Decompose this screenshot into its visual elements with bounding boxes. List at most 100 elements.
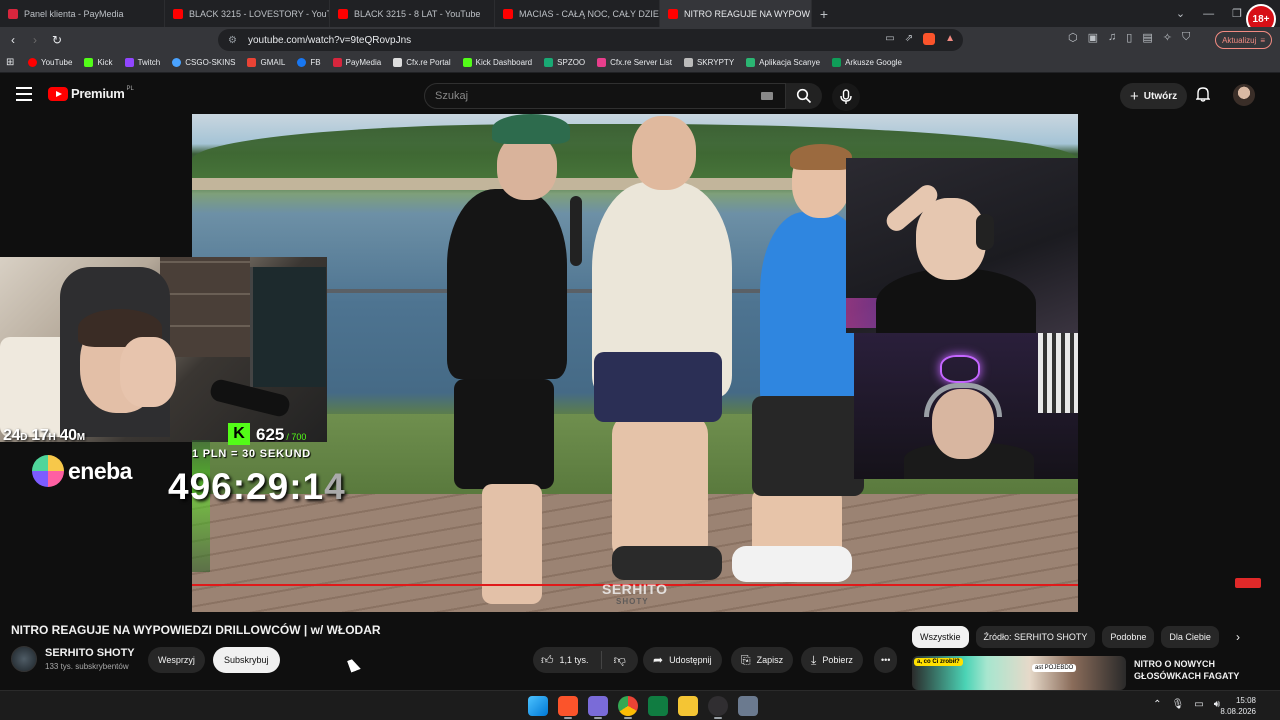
tab-lovestory[interactable]: BLACK 3215 - LOVESTORY - YouTube (165, 0, 330, 27)
media-icon[interactable]: ♫ (1108, 31, 1116, 44)
more-icon: ••• (881, 655, 891, 665)
minimize-icon[interactable]: — (1203, 8, 1214, 20)
browser-tab-bar: Panel klienta - PayMedia BLACK 3215 - LO… (0, 0, 1280, 34)
brave-rewards-icon[interactable]: ▲ (945, 33, 955, 45)
save-button[interactable]: ⎘ Zapisz (731, 647, 794, 673)
voice-search-button[interactable] (832, 83, 860, 111)
wallet-icon[interactable]: ▤ (1142, 31, 1152, 44)
chips-next-chevron-icon[interactable]: › (1236, 630, 1240, 644)
calculator-icon[interactable] (738, 696, 758, 716)
download-button[interactable]: ⤓ Pobierz (801, 647, 863, 673)
bookmark-label: Arkusze Google (845, 58, 902, 67)
reload-icon[interactable]: ↻ (46, 33, 68, 47)
user-avatar[interactable] (1233, 84, 1255, 106)
bookmark-label: FB (310, 58, 321, 67)
recommended-video-title[interactable]: NITRO O NOWYCH GŁOSÓWKACH FAGATY (1134, 658, 1254, 682)
apps-grid-icon[interactable]: ⊞ (6, 57, 22, 68)
chip-for-you[interactable]: Dla Ciebie (1161, 626, 1219, 648)
share-button[interactable]: ➦ Udostępnij (643, 647, 722, 673)
search-button[interactable] (786, 83, 822, 109)
discord-icon[interactable] (588, 696, 608, 719)
guest2-shoes (732, 546, 852, 582)
bookmark-cfx-portal[interactable]: Cfx.re Portal (387, 58, 456, 67)
bookmark-csgo-skins[interactable]: CSGO-SKINS (166, 58, 241, 67)
youtube-premium-logo[interactable]: Premium PL (48, 86, 134, 101)
google-sheets-icon (832, 58, 842, 67)
notifications-bell-icon[interactable] (1195, 86, 1211, 107)
chip-similar[interactable]: Podobne (1102, 626, 1155, 648)
update-button[interactable]: Aktualizuj ≡ (1215, 31, 1272, 49)
bookmark-gmail[interactable]: GMAIL (241, 58, 291, 67)
countdown-days-unit: D (20, 432, 28, 443)
tab-macias[interactable]: MACIAS - CAŁĄ NOC, CAŁY DZIEŃ - (495, 0, 660, 27)
interviewer-cap (492, 114, 570, 144)
chrome-icon[interactable] (618, 696, 638, 719)
menu-hamburger-icon[interactable] (16, 87, 32, 105)
bookmark-youtube[interactable]: YouTube (22, 58, 78, 67)
logo-text: Premium (71, 86, 125, 101)
bookmark-kick-dashboard[interactable]: Kick Dashboard (457, 58, 538, 67)
screenshot-icon[interactable]: ▣ (1088, 31, 1098, 44)
chip-source[interactable]: Źródło: SERHITO SHOTY (975, 626, 1096, 648)
forward-icon[interactable]: › (24, 33, 46, 47)
bookmark-scanye[interactable]: Aplikacja Scanye (740, 58, 826, 67)
vpn-icon[interactable]: ⛉ (1182, 31, 1190, 44)
brave-shields-icon[interactable] (923, 33, 936, 45)
bookmark-fb[interactable]: FB (291, 58, 326, 67)
bookmark-twitch[interactable]: Twitch (119, 58, 167, 67)
youtube-favicon-icon (668, 8, 678, 19)
tab-list-chevron-icon[interactable]: ⌄ (1176, 7, 1185, 20)
sidebar-icon[interactable]: ▯ (1126, 31, 1132, 44)
support-button[interactable]: Wesprzyj (148, 647, 205, 673)
extensions-icon[interactable]: ⬡ (1068, 31, 1078, 44)
brave-browser-icon[interactable] (558, 696, 578, 719)
windows-start-icon[interactable] (528, 696, 548, 716)
youtube-play-icon (48, 86, 68, 101)
channel-avatar[interactable] (11, 646, 37, 672)
chip-all[interactable]: Wszystkie (912, 626, 969, 648)
bookmark-sheets[interactable]: Arkusze Google (826, 58, 908, 67)
recommended-video-thumbnail[interactable]: a, co Ci zrobił? ast POJEBDO (912, 656, 1126, 690)
subscribe-button[interactable]: Subskrybuj (213, 647, 280, 673)
tab-8-lat[interactable]: BLACK 3215 - 8 LAT - YouTube (330, 0, 495, 27)
like-button[interactable]: 👍︎ 1,1 tys. (533, 651, 602, 669)
timer-last-digit: 4 (324, 466, 346, 507)
volume-icon[interactable]: 🔊︎ (1214, 699, 1220, 710)
cfx-server-icon (597, 58, 607, 67)
new-tab-button[interactable]: + (812, 6, 836, 22)
channel-name[interactable]: SERHITO SHOTY (45, 647, 135, 659)
microphone-tray-icon[interactable]: 🎙︎ (1172, 699, 1185, 710)
dislike-button[interactable]: 👎︎ (602, 653, 638, 668)
network-icon[interactable]: ▭ (1194, 699, 1203, 710)
excel-icon[interactable] (648, 696, 668, 716)
bookmark-label: Kick Dashboard (475, 58, 533, 67)
bookmark-cfx-server-list[interactable]: Cfx.re Server List (591, 58, 678, 67)
bookmark-spzoo[interactable]: SPZOO (538, 58, 591, 67)
sponsor-eneba: eneba (32, 455, 132, 487)
bookmark-skrypty[interactable]: SKRYPTY (678, 58, 740, 67)
site-info-icon[interactable]: ⚙ (228, 35, 238, 46)
bookmark-paymedia[interactable]: PayMedia (327, 58, 388, 67)
cast-icon[interactable]: ▭ (885, 33, 894, 45)
create-button[interactable]: + Utwórz (1120, 83, 1188, 109)
share-page-icon[interactable]: ⇗ (905, 33, 913, 45)
restore-icon[interactable]: ❐ (1232, 7, 1242, 20)
search-input[interactable] (435, 90, 755, 102)
file-explorer-icon[interactable] (678, 696, 698, 716)
address-bar[interactable]: ⚙ youtube.com/watch?v=9teQRovpJns ▭ ⇗ ▲ (218, 29, 963, 51)
tab-close-icon[interactable]: ✕ (810, 8, 811, 19)
logo-region: PL (126, 86, 134, 92)
bookmark-label: YouTube (41, 58, 73, 67)
ai-icon[interactable]: ✧ (1163, 31, 1172, 44)
bookmark-kick[interactable]: Kick (78, 58, 118, 67)
tab-paymedia[interactable]: Panel klienta - PayMedia (0, 0, 165, 27)
obs-icon[interactable] (708, 696, 728, 719)
more-actions-button[interactable]: ••• (874, 647, 898, 673)
taskbar-clock[interactable]: 15:08 8.08.2026 (1220, 695, 1256, 717)
scanye-icon (746, 58, 756, 67)
tab-nitro-active[interactable]: NITRO REAGUJE NA WYPOW ✕ (660, 0, 812, 27)
tray-chevron-icon[interactable]: ⌃ (1153, 699, 1161, 710)
spzoo-icon (544, 58, 554, 67)
back-icon[interactable]: ‹ (2, 33, 24, 47)
keyboard-icon[interactable] (761, 92, 773, 100)
